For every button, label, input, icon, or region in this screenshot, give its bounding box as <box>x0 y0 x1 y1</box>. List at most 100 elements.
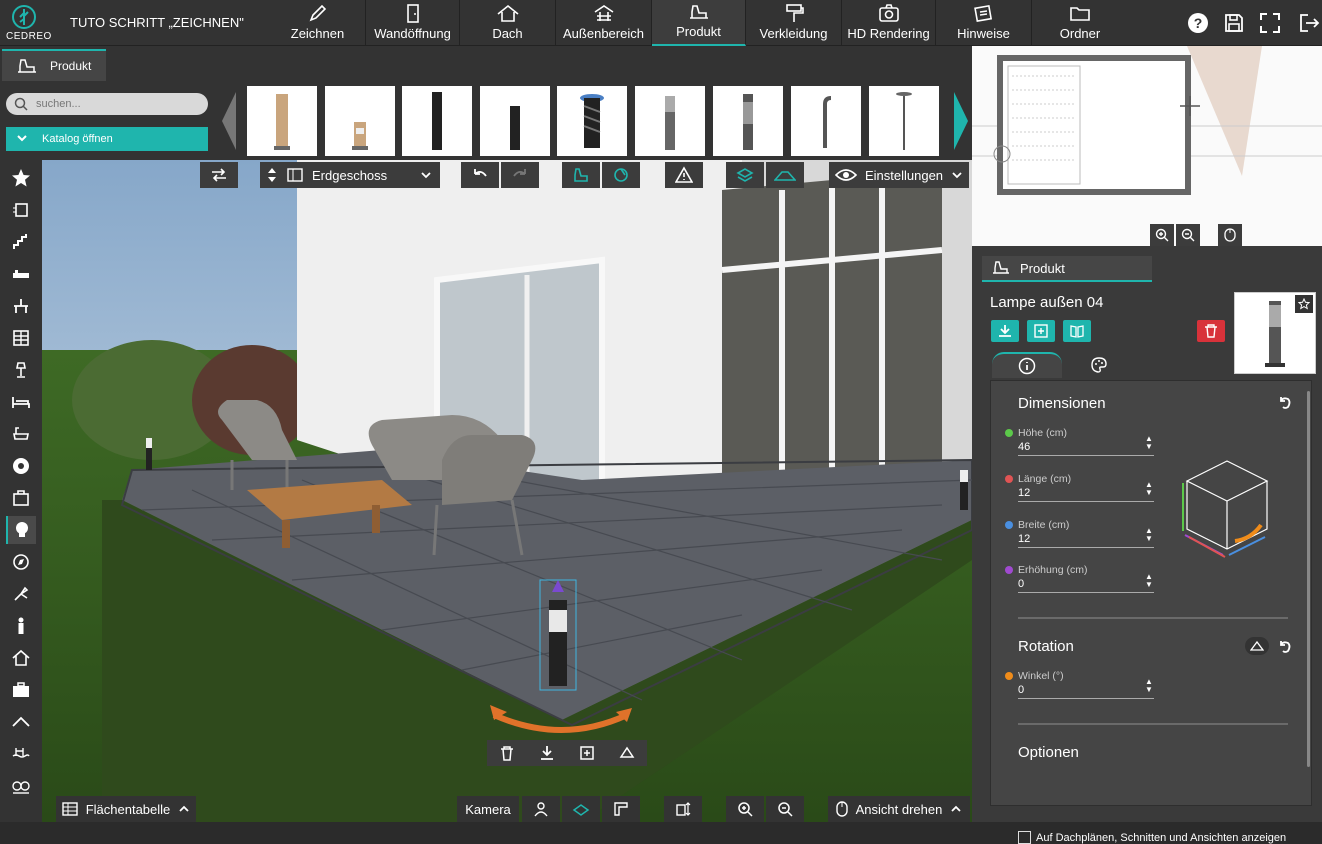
carousel-prev-arrow[interactable] <box>220 88 240 154</box>
angle-stepper[interactable]: ▲ ▼ <box>1145 678 1153 694</box>
nav-ordner[interactable]: Ordner <box>1032 0 1128 46</box>
nav-hinweise[interactable]: Hinweise <box>936 0 1032 46</box>
floor-plan-minimap[interactable] <box>972 46 1322 246</box>
favorite-star-icon[interactable] <box>1295 295 1313 313</box>
area-table-button[interactable]: Flächentabelle <box>56 796 196 822</box>
product-thumb-5[interactable] <box>557 86 627 156</box>
zoom-in-button[interactable] <box>726 796 764 822</box>
pool-icon[interactable] <box>6 740 36 768</box>
carousel-next-arrow[interactable] <box>950 88 970 154</box>
minimap-zoom-in[interactable] <box>1150 224 1174 246</box>
floor-selector[interactable]: Erdgeschoss <box>260 162 440 188</box>
height-input[interactable]: 46 <box>1018 441 1154 456</box>
height-stepper[interactable]: ▲ ▼ <box>1145 435 1153 451</box>
fullscreen-icon[interactable] <box>1259 12 1281 39</box>
delete-icon[interactable] <box>487 745 527 761</box>
warning-button[interactable] <box>665 162 703 188</box>
drop-to-floor-icon[interactable] <box>527 745 567 761</box>
duplicate-icon[interactable] <box>567 745 607 761</box>
catalog-info-button[interactable] <box>1063 320 1091 342</box>
tab-materials[interactable] <box>1064 352 1134 378</box>
rotate-view-icon[interactable] <box>607 745 647 761</box>
decoration-icon[interactable] <box>6 548 36 576</box>
product-thumb-8[interactable] <box>791 86 861 156</box>
elevation-stepper[interactable]: ▲ ▼ <box>1145 573 1153 589</box>
reset-dimensions-icon[interactable] <box>1277 395 1293 416</box>
minimap-mouse-mode[interactable] <box>1218 224 1242 246</box>
favorites-star-icon[interactable] <box>6 164 36 192</box>
roof-visibility-button[interactable] <box>766 162 804 188</box>
ball-icon[interactable] <box>6 452 36 480</box>
layers-button[interactable] <box>726 162 764 188</box>
settings-dropdown[interactable]: Einstellungen <box>829 162 969 188</box>
drop-to-floor-button[interactable] <box>991 320 1019 342</box>
length-input[interactable]: 12 <box>1018 487 1154 502</box>
open-catalog-button[interactable]: Katalog öffnen <box>6 127 208 151</box>
person-view-button[interactable] <box>522 796 560 822</box>
product-thumb-4[interactable] <box>480 86 550 156</box>
lighting-bulb-icon[interactable] <box>6 516 36 544</box>
section-view-button[interactable] <box>602 796 640 822</box>
plants-icon[interactable] <box>6 772 36 800</box>
roof-element-icon[interactable] <box>6 708 36 736</box>
search-input[interactable]: suchen... <box>6 93 208 115</box>
nav-dach[interactable]: Dach <box>460 0 556 46</box>
tab-produkt[interactable]: Produkt <box>2 49 106 81</box>
nav-zeichnen[interactable]: Zeichnen <box>270 0 366 46</box>
office-icon[interactable] <box>6 676 36 704</box>
undo-button[interactable] <box>461 162 499 188</box>
dining-icon[interactable] <box>6 292 36 320</box>
elevation-input[interactable]: 0 <box>1018 578 1154 593</box>
minimap-zoom-out[interactable] <box>1176 224 1200 246</box>
reset-rotation-icon[interactable] <box>1277 639 1293 660</box>
swap-view-button[interactable] <box>200 162 238 188</box>
appliances-icon[interactable] <box>6 484 36 512</box>
person-icon[interactable] <box>6 612 36 640</box>
doors-windows-icon[interactable] <box>6 196 36 224</box>
bed-icon[interactable] <box>6 388 36 416</box>
product-thumb-3[interactable] <box>402 86 472 156</box>
camera-height-button[interactable] <box>664 796 702 822</box>
product-thumb-1[interactable] <box>247 86 317 156</box>
3d-viewport[interactable]: Erdgeschoss Einstellungen Flächentabelle <box>42 160 972 822</box>
chevron-down-icon <box>421 172 431 179</box>
nav-wandoeffnung[interactable]: Wandöffnung <box>366 0 460 46</box>
tab-info[interactable] <box>992 352 1062 378</box>
angle-color-dot <box>1005 672 1013 680</box>
help-icon[interactable]: ? <box>1187 12 1209 39</box>
show-on-plans-checkbox[interactable]: Auf Dachplänen, Schnitten und Ansichten … <box>1018 831 1286 844</box>
delete-product-button[interactable] <box>1197 320 1225 342</box>
rotate-view-button[interactable]: Ansicht drehen <box>828 796 970 822</box>
exit-icon[interactable] <box>1298 12 1320 39</box>
orbit-view-button[interactable] <box>562 796 600 822</box>
product-thumb-2[interactable] <box>325 86 395 156</box>
stairs-icon[interactable] <box>6 228 36 256</box>
length-stepper[interactable]: ▲ ▼ <box>1145 481 1153 497</box>
product-mode-button[interactable] <box>562 162 600 188</box>
tab-produkt-properties[interactable]: Produkt <box>982 256 1152 282</box>
shelves-icon[interactable] <box>6 324 36 352</box>
nav-verkleidung[interactable]: Verkleidung <box>746 0 842 46</box>
rotation-view-icon[interactable] <box>1245 637 1269 655</box>
zoom-out-button[interactable] <box>766 796 804 822</box>
save-icon[interactable] <box>1223 12 1245 39</box>
product-thumb-6[interactable] <box>635 86 705 156</box>
kitchen-icon[interactable] <box>6 260 36 288</box>
duplicate-button[interactable] <box>1027 320 1055 342</box>
angle-input[interactable]: 0 <box>1018 684 1154 699</box>
nav-produkt[interactable]: Produkt <box>652 0 746 46</box>
product-thumb-9[interactable] <box>869 86 939 156</box>
width-input[interactable]: 12 <box>1018 533 1154 548</box>
nav-aussenbereich[interactable]: Außenbereich <box>556 0 652 46</box>
bathroom-icon[interactable] <box>6 420 36 448</box>
garden-tools-icon[interactable] <box>6 580 36 608</box>
house-icon[interactable] <box>6 644 36 672</box>
redo-button[interactable] <box>501 162 539 188</box>
material-mode-button[interactable] <box>602 162 640 188</box>
product-thumb-7[interactable] <box>713 86 783 156</box>
nav-hd-rendering[interactable]: HD Rendering <box>842 0 936 46</box>
width-stepper[interactable]: ▲ ▼ <box>1145 527 1153 543</box>
panel-scrollbar[interactable] <box>1307 391 1310 767</box>
checkbox-box[interactable] <box>1018 831 1031 844</box>
lamp-floor-icon[interactable] <box>6 356 36 384</box>
